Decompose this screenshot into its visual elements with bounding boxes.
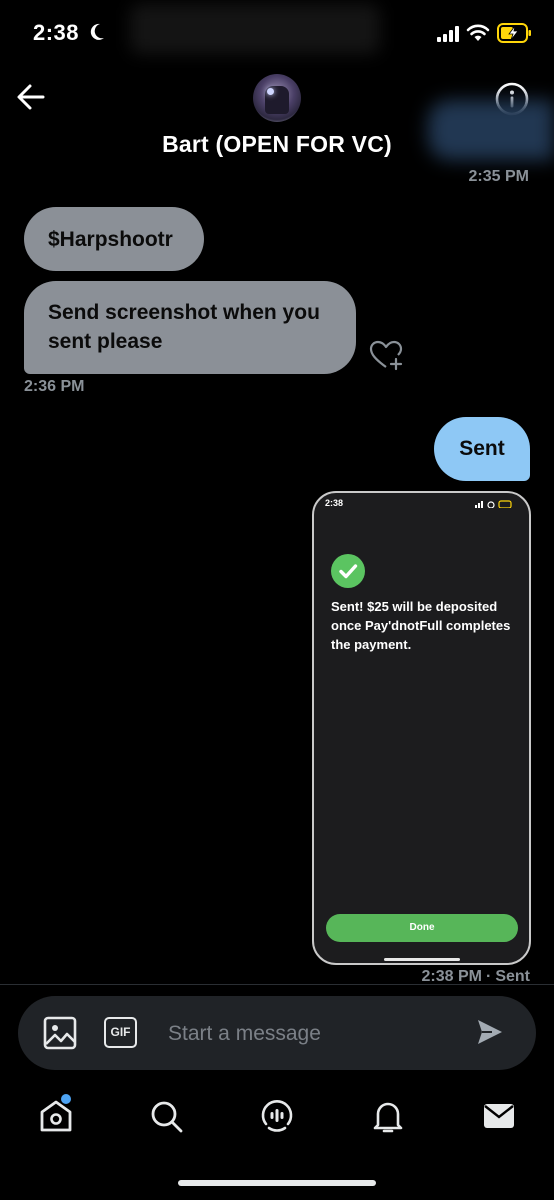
signal-icon	[437, 26, 459, 42]
separator: ·	[486, 968, 492, 985]
messages-icon[interactable]	[481, 1098, 517, 1134]
success-check-icon	[331, 554, 365, 588]
status-bar: 2:38	[0, 0, 554, 66]
message-bubble-incoming[interactable]: Send screenshot when you sent please	[24, 281, 356, 374]
message-composer: GIF	[18, 996, 536, 1070]
message-input[interactable]	[168, 1016, 458, 1052]
bottom-nav	[0, 1090, 554, 1150]
avatar-glow	[267, 88, 274, 95]
attachment-message: Sent! $25 will be deposited once Pay'dno…	[331, 599, 511, 652]
spaces-icon[interactable]	[259, 1098, 295, 1134]
message-timestamp: 2:38 PM	[421, 968, 482, 985]
attachment-home-indicator	[384, 958, 460, 961]
send-icon[interactable]	[476, 1018, 504, 1046]
moon-icon	[90, 23, 104, 40]
home-indicator	[178, 1180, 376, 1186]
message-bubble-outgoing[interactable]: Sent	[434, 417, 530, 481]
done-button: Done	[326, 914, 518, 942]
attachment-status-icons	[475, 500, 512, 508]
sent-label: Sent	[495, 968, 530, 985]
battery-charging-icon	[497, 23, 531, 43]
status-time: 2:38	[33, 20, 80, 45]
notifications-icon[interactable]	[370, 1098, 406, 1134]
home-notification-dot	[61, 1094, 71, 1104]
heart-plus-icon[interactable]	[369, 340, 403, 372]
message-timestamp: 2:35 PM	[468, 168, 529, 185]
message-timestamp: 2:36 PM	[24, 378, 85, 395]
divider	[0, 984, 554, 985]
gif-button[interactable]: GIF	[104, 1017, 137, 1048]
blurred-region	[130, 4, 380, 54]
blurred-region	[428, 100, 554, 160]
attachment-status-time: 2:38	[325, 498, 344, 508]
image-icon[interactable]	[43, 1016, 77, 1050]
back-button[interactable]	[16, 83, 46, 111]
message-bubble-incoming[interactable]: $Harpshootr	[24, 207, 204, 271]
wifi-icon	[466, 24, 490, 41]
avatar[interactable]	[253, 74, 301, 122]
search-icon[interactable]	[148, 1098, 184, 1134]
home-icon[interactable]	[38, 1098, 74, 1134]
attached-screenshot[interactable]: 2:38 Sent! $25 will be deposited once Pa…	[312, 491, 531, 965]
